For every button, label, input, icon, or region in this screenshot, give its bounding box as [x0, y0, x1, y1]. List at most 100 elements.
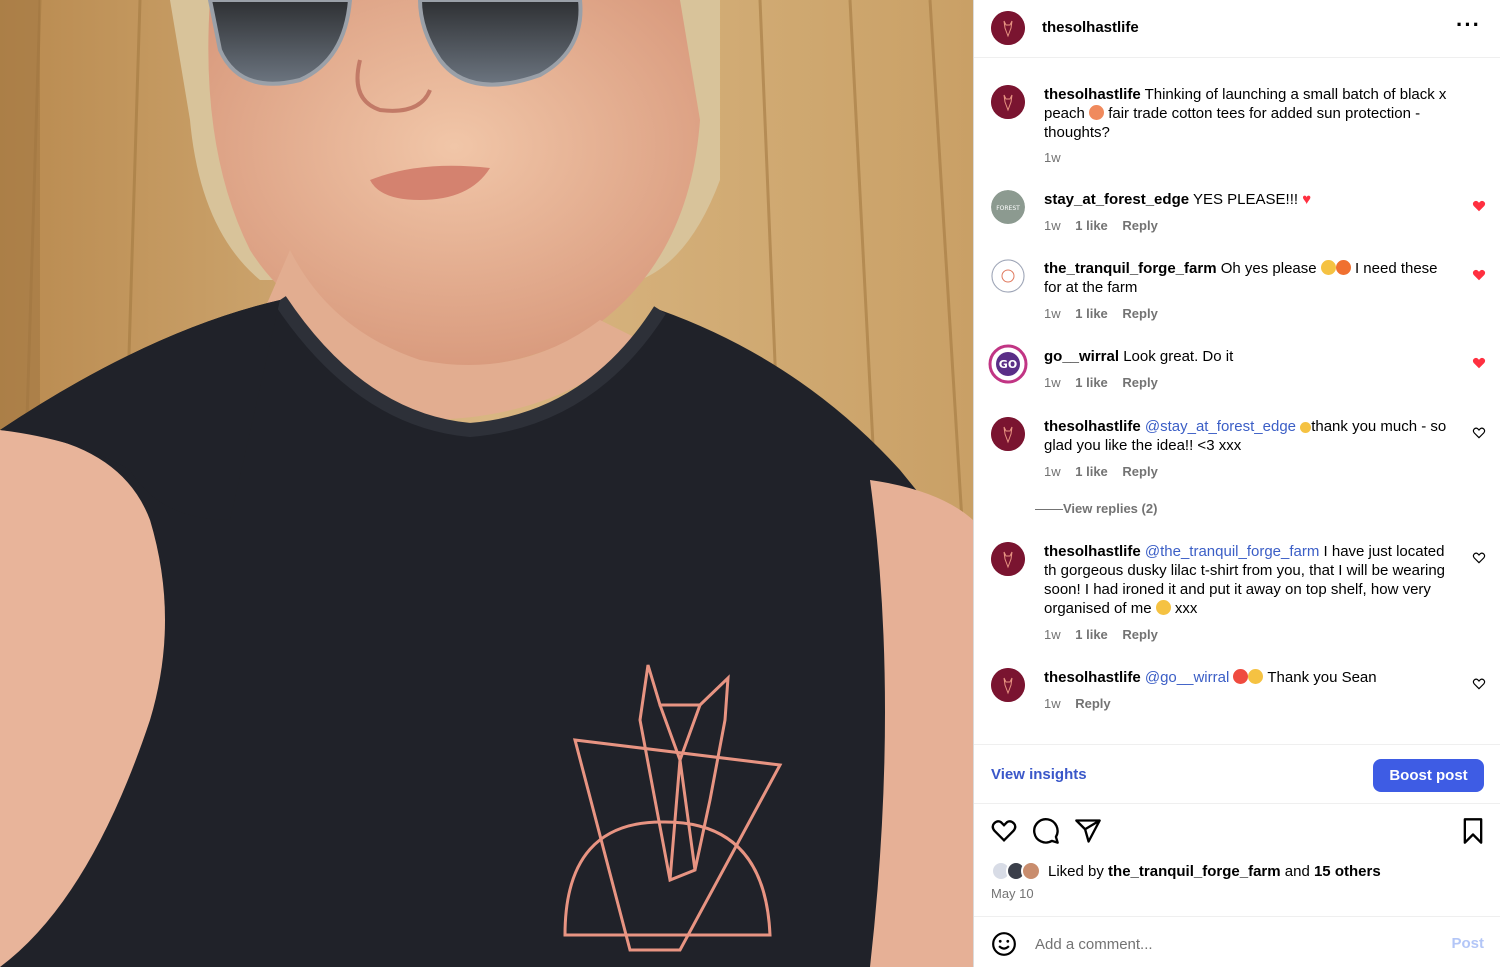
comment-username[interactable]: thesolhastlife	[1044, 669, 1141, 686]
comment-time: 1w	[1044, 464, 1061, 479]
caption-time: 1w	[1044, 150, 1061, 165]
mention-link[interactable]: @stay_at_forest_edge	[1145, 418, 1296, 435]
share-paper-plane-icon[interactable]	[1074, 817, 1102, 845]
more-horizontal-icon[interactable]: ···	[1456, 14, 1481, 36]
comment-text: thesolhastlife @stay_at_forest_edge than…	[1044, 417, 1454, 455]
svg-text:GO: GO	[999, 358, 1017, 371]
author-username[interactable]: thesolhastlife	[1042, 19, 1139, 36]
comment-body: YES PLEASE!!!	[1192, 191, 1299, 208]
comment-time: 1w	[1044, 696, 1061, 711]
comment-likes[interactable]: 1 like	[1075, 375, 1108, 390]
liker-avatars[interactable]	[991, 861, 1045, 883]
svg-text:FOREST: FOREST	[996, 205, 1020, 212]
comment-likes[interactable]: 1 like	[1075, 218, 1108, 233]
comments-list[interactable]: thesolhastlife Thinking of launching a s…	[974, 58, 1500, 744]
fire-emoji-icon	[1335, 260, 1351, 275]
post-image	[0, 0, 973, 967]
liked-heart-icon[interactable]	[1472, 199, 1486, 213]
comment-meta: 1w 1 like Reply	[1044, 464, 1169, 479]
add-comment-bar: Post	[974, 916, 1500, 967]
post-date[interactable]: May 10	[991, 886, 1034, 901]
heart-outline-icon[interactable]	[1472, 551, 1486, 565]
comment-username[interactable]: thesolhastlife	[1044, 418, 1141, 435]
comment-body: Oh yes please	[1220, 260, 1317, 277]
heart-outline-icon[interactable]	[1472, 677, 1486, 691]
add-comment-input[interactable]	[1033, 933, 1433, 955]
reply-button[interactable]: Reply	[1122, 375, 1157, 390]
liked-heart-icon[interactable]	[1472, 356, 1486, 370]
horse-logo-icon	[991, 542, 1025, 576]
comment-username[interactable]: thesolhastlife	[1044, 543, 1141, 560]
post-photo[interactable]	[0, 0, 973, 967]
raised-hands-emoji-icon	[1320, 260, 1336, 275]
forge-farm-logo-icon	[991, 259, 1025, 293]
reply-button[interactable]: Reply	[1122, 627, 1157, 642]
reply-button[interactable]: Reply	[1075, 696, 1110, 711]
like-heart-icon[interactable]	[990, 817, 1018, 845]
peach-emoji-icon	[1089, 105, 1105, 120]
emoji-smiley-icon[interactable]	[991, 931, 1017, 957]
comment-time: 1w	[1044, 627, 1061, 642]
save-bookmark-icon[interactable]	[1459, 817, 1487, 845]
horse-logo-icon	[991, 11, 1025, 45]
clapping-emoji-icon	[1248, 669, 1264, 684]
comment-text: go__wirral Look great. Do it	[1044, 347, 1454, 366]
comment-username[interactable]: stay_at_forest_edge	[1044, 191, 1189, 208]
liked-by-and: and	[1284, 863, 1310, 880]
post-comment-button[interactable]: Post	[1451, 935, 1484, 952]
author-avatar[interactable]	[991, 417, 1025, 451]
heart-outline-icon[interactable]	[1472, 426, 1486, 440]
author-avatar[interactable]	[991, 85, 1025, 119]
comment-username[interactable]: the_tranquil_forge_farm	[1044, 260, 1217, 277]
caption-meta: 1w	[1044, 150, 1072, 165]
comment-time: 1w	[1044, 306, 1061, 321]
post-header: thesolhastlife ···	[974, 0, 1500, 58]
comment-likes[interactable]: 1 like	[1075, 627, 1108, 642]
horse-logo-icon	[991, 668, 1025, 702]
reply-button[interactable]: Reply	[1122, 464, 1157, 479]
comment-likes[interactable]: 1 like	[1075, 306, 1108, 321]
liked-by-others[interactable]: 15 others	[1314, 863, 1381, 880]
comment-meta: 1w 1 like Reply	[1044, 218, 1169, 233]
caption-username[interactable]: thesolhastlife	[1044, 86, 1141, 103]
likes-summary: Liked by the_tranquil_forge_farm and 15 …	[991, 861, 1491, 883]
forest-edge-logo-icon: FOREST	[991, 190, 1025, 224]
horse-logo-icon	[991, 417, 1025, 451]
comment-text: stay_at_forest_edge YES PLEASE!!! ♥	[1044, 190, 1454, 209]
caption-text: thesolhastlife Thinking of launching a s…	[1044, 85, 1454, 142]
boost-post-button[interactable]: Boost post	[1373, 759, 1484, 792]
author-avatar[interactable]	[991, 668, 1025, 702]
comment-username[interactable]: go__wirral	[1044, 348, 1119, 365]
commenter-avatar[interactable]: GO	[988, 344, 1028, 384]
hundred-emoji-icon	[1233, 669, 1249, 684]
mention-link[interactable]: @the_tranquil_forge_farm	[1145, 543, 1320, 560]
author-avatar[interactable]	[991, 542, 1025, 576]
post-side-panel: thesolhastlife ··· thesolhastlife Thinki…	[973, 0, 1500, 967]
liked-by-prefix: Liked by	[1048, 863, 1104, 880]
laughing-emoji-icon	[1155, 600, 1171, 615]
hands-emoji-icon	[1300, 422, 1312, 433]
commenter-avatar[interactable]: FOREST	[991, 190, 1025, 224]
reply-button[interactable]: Reply	[1122, 306, 1157, 321]
liker-avatar	[1021, 861, 1041, 881]
horse-logo-icon	[991, 85, 1025, 119]
liked-by-user[interactable]: the_tranquil_forge_farm	[1108, 863, 1281, 880]
mention-link[interactable]: @go__wirral	[1145, 669, 1229, 686]
instagram-post-view: thesolhastlife ··· thesolhastlife Thinki…	[0, 0, 1500, 967]
comment-text: thesolhastlife @the_tranquil_forge_farm …	[1044, 542, 1454, 618]
comment-meta: 1w 1 like Reply	[1044, 627, 1169, 642]
view-replies-button[interactable]: View replies (2)	[1034, 501, 1157, 516]
insights-bar: View insights Boost post	[974, 744, 1500, 804]
comment-bubble-icon[interactable]	[1032, 817, 1060, 845]
liked-heart-icon[interactable]	[1472, 268, 1486, 282]
author-avatar[interactable]	[991, 11, 1025, 45]
comment-body: Look great. Do it	[1123, 348, 1234, 365]
comment-likes[interactable]: 1 like	[1075, 464, 1108, 479]
commenter-avatar[interactable]	[991, 259, 1025, 293]
comment-meta: 1w Reply	[1044, 696, 1122, 711]
comment-body: Thank you Sean	[1267, 669, 1377, 686]
reply-button[interactable]: Reply	[1122, 218, 1157, 233]
view-insights-link[interactable]: View insights	[991, 766, 1087, 783]
comment-meta: 1w 1 like Reply	[1044, 306, 1169, 321]
comment-time: 1w	[1044, 375, 1061, 390]
